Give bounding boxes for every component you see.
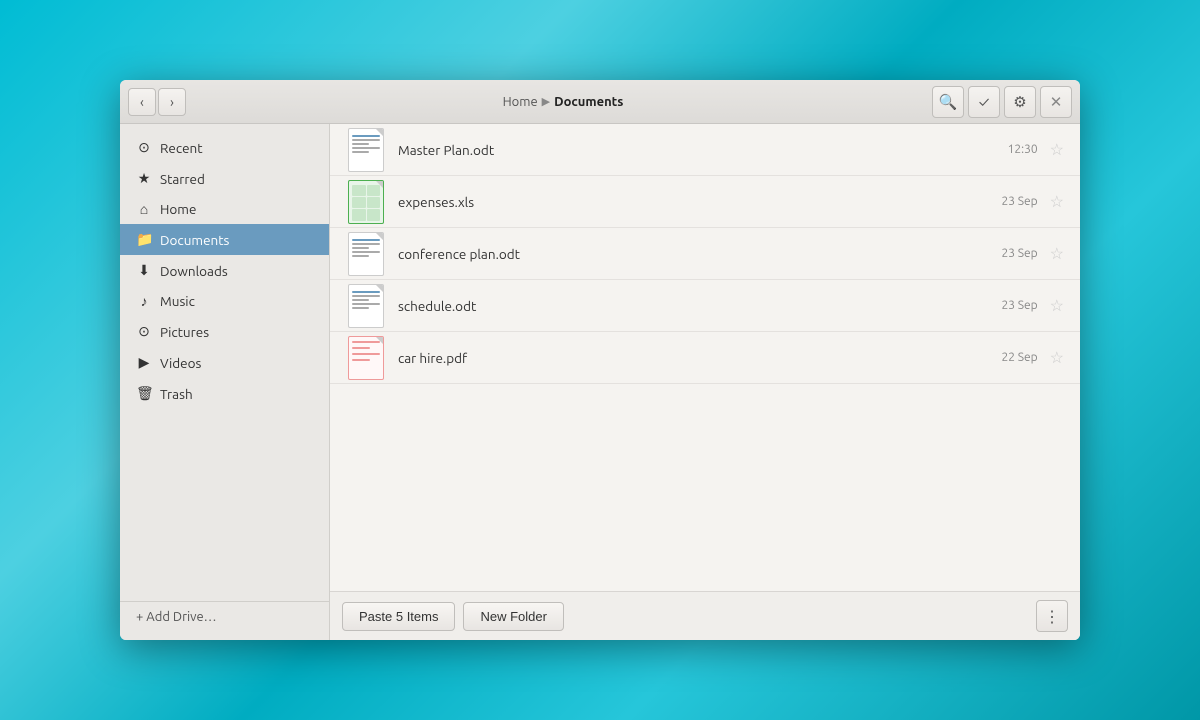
sidebar-item-music[interactable]: ♪ Music [120, 286, 329, 316]
file-star-button[interactable]: ☆ [1050, 140, 1064, 159]
file-list: Master Plan.odt 12:30 ☆ [330, 124, 1080, 640]
content-area: ⊙ Recent ★ Starred ⌂ Home 📁 Documents ⬇ … [120, 124, 1080, 640]
more-icon: ⋮ [1044, 607, 1060, 626]
file-star-button[interactable]: ☆ [1050, 296, 1064, 315]
downloads-icon: ⬇ [136, 262, 152, 279]
breadcrumb-current: Documents [554, 95, 623, 109]
file-date: 12:30 [1008, 143, 1038, 156]
odt-thumbnail [348, 128, 384, 172]
sidebar-item-recent[interactable]: ⊙ Recent [120, 132, 329, 163]
settings-button[interactable]: ⚙ [1004, 86, 1036, 118]
back-button[interactable]: ‹ [128, 88, 156, 116]
sidebar-item-starred[interactable]: ★ Starred [120, 163, 329, 194]
trash-icon: 🗑 [136, 385, 152, 402]
sidebar-item-trash-label: Trash [160, 386, 193, 402]
file-icon [346, 182, 386, 222]
new-folder-button[interactable]: New Folder [463, 602, 563, 631]
check-button[interactable]: ✓ [968, 86, 1000, 118]
table-row[interactable]: expenses.xls 23 Sep ☆ [330, 176, 1080, 228]
sidebar-item-recent-label: Recent [160, 140, 203, 156]
paste-items-button[interactable]: Paste 5 Items [342, 602, 455, 631]
file-items: Master Plan.odt 12:30 ☆ [330, 124, 1080, 591]
sidebar-item-documents-label: Documents [160, 232, 229, 248]
file-icon [346, 286, 386, 326]
sidebar-item-pictures-label: Pictures [160, 324, 209, 340]
sidebar-item-videos[interactable]: ▶ Videos [120, 347, 329, 378]
file-icon [346, 338, 386, 378]
sidebar-bottom: + Add Drive… [120, 601, 329, 632]
sidebar-item-home-label: Home [160, 201, 196, 217]
file-name: conference plan.odt [398, 246, 1001, 262]
file-date: 22 Sep [1001, 351, 1037, 364]
sidebar-item-pictures[interactable]: ⊙ Pictures [120, 316, 329, 347]
table-row[interactable]: schedule.odt 23 Sep ☆ [330, 280, 1080, 332]
file-star-button[interactable]: ☆ [1050, 244, 1064, 263]
nav-buttons: ‹ › [128, 88, 186, 116]
pictures-icon: ⊙ [136, 323, 152, 340]
gear-icon: ⚙ [1013, 93, 1026, 111]
home-icon: ⌂ [136, 201, 152, 217]
search-icon: 🔍 [939, 93, 958, 111]
videos-icon: ▶ [136, 354, 152, 371]
file-star-button[interactable]: ☆ [1050, 192, 1064, 211]
close-icon: ✕ [1050, 93, 1063, 111]
close-button[interactable]: ✕ [1040, 86, 1072, 118]
breadcrumb-home[interactable]: Home [503, 95, 538, 109]
add-drive-button[interactable]: + Add Drive… [136, 610, 313, 624]
toolbar-actions: 🔍 ✓ ⚙ ✕ [932, 86, 1072, 118]
xls-thumbnail [348, 180, 384, 224]
table-row[interactable]: Master Plan.odt 12:30 ☆ [330, 124, 1080, 176]
sidebar-item-documents[interactable]: 📁 Documents [120, 224, 329, 255]
file-name: Master Plan.odt [398, 142, 1008, 158]
starred-icon: ★ [136, 170, 152, 187]
music-icon: ♪ [136, 293, 152, 309]
titlebar: ‹ › Home ▶ Documents 🔍 ✓ ⚙ ✕ [120, 80, 1080, 124]
more-options-button[interactable]: ⋮ [1036, 600, 1068, 632]
recent-icon: ⊙ [136, 139, 152, 156]
bottom-bar: Paste 5 Items New Folder ⋮ [330, 591, 1080, 640]
odt-thumbnail [348, 232, 384, 276]
file-star-button[interactable]: ☆ [1050, 348, 1064, 367]
odt-thumbnail [348, 284, 384, 328]
file-icon [346, 130, 386, 170]
breadcrumb-arrow: ▶ [542, 95, 550, 108]
table-row[interactable]: conference plan.odt 23 Sep ☆ [330, 228, 1080, 280]
add-drive-label: + Add Drive… [136, 610, 217, 624]
sidebar-item-starred-label: Starred [160, 171, 205, 187]
file-name: car hire.pdf [398, 350, 1001, 366]
check-icon: ✓ [979, 93, 990, 110]
file-manager-window: ‹ › Home ▶ Documents 🔍 ✓ ⚙ ✕ [120, 80, 1080, 640]
forward-button[interactable]: › [158, 88, 186, 116]
file-name: schedule.odt [398, 298, 1001, 314]
documents-icon: 📁 [136, 231, 152, 248]
search-button[interactable]: 🔍 [932, 86, 964, 118]
pdf-thumbnail [348, 336, 384, 380]
sidebar-item-videos-label: Videos [160, 355, 201, 371]
file-name: expenses.xls [398, 194, 1001, 210]
file-icon [346, 234, 386, 274]
sidebar-item-home[interactable]: ⌂ Home [120, 194, 329, 224]
sidebar-item-downloads[interactable]: ⬇ Downloads [120, 255, 329, 286]
sidebar-item-trash[interactable]: 🗑 Trash [120, 378, 329, 409]
file-date: 23 Sep [1001, 299, 1037, 312]
table-row[interactable]: car hire.pdf 22 Sep ☆ [330, 332, 1080, 384]
breadcrumb: Home ▶ Documents [194, 95, 932, 109]
file-date: 23 Sep [1001, 195, 1037, 208]
sidebar-item-downloads-label: Downloads [160, 263, 228, 279]
sidebar: ⊙ Recent ★ Starred ⌂ Home 📁 Documents ⬇ … [120, 124, 330, 640]
sidebar-item-music-label: Music [160, 293, 195, 309]
file-date: 23 Sep [1001, 247, 1037, 260]
